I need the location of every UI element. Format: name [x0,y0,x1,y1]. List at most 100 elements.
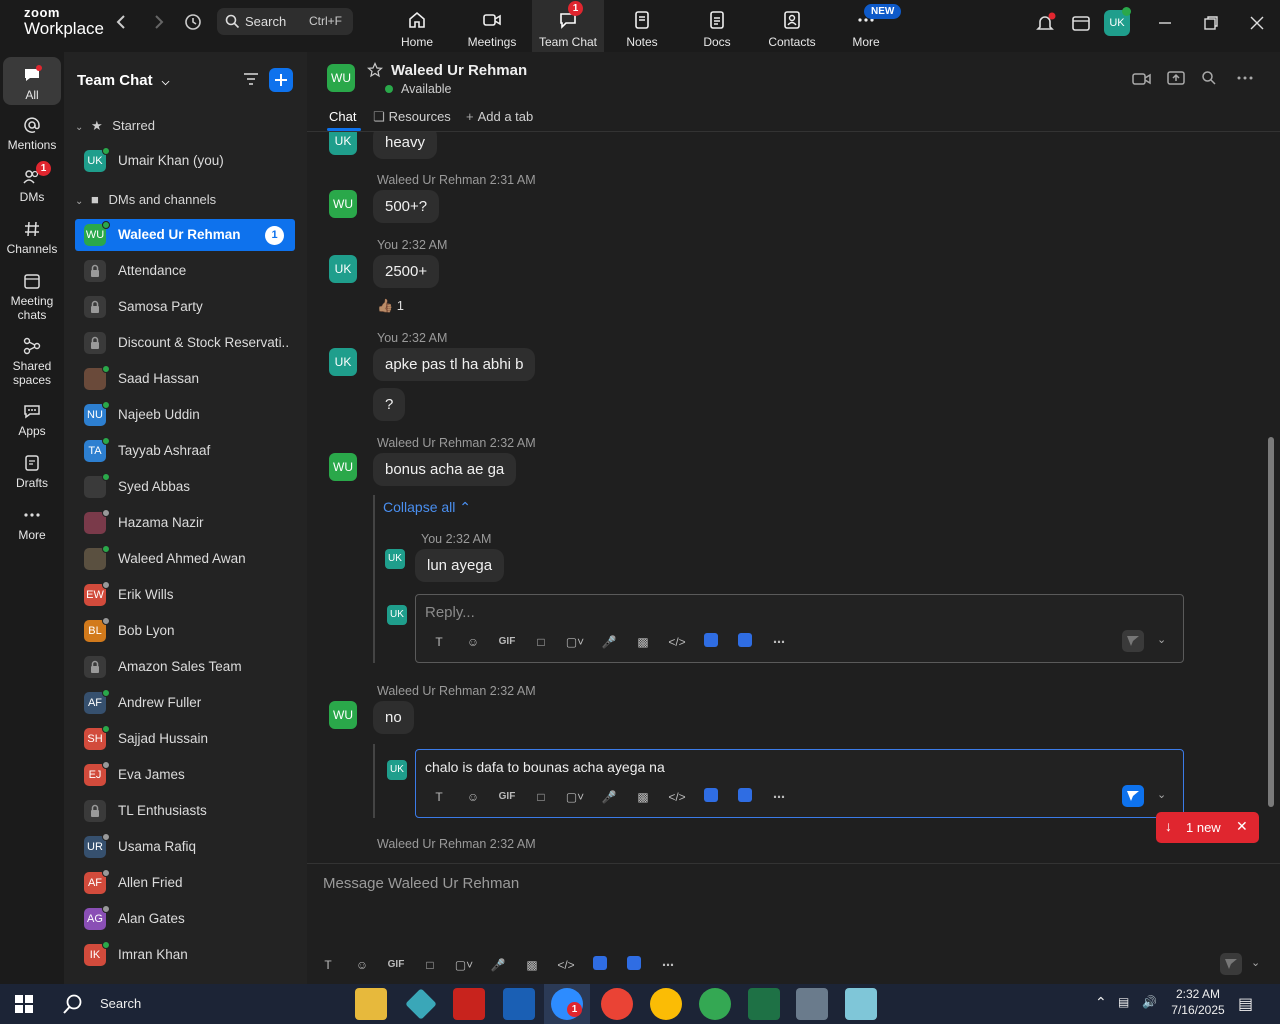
emoji-icon[interactable]: ☺ [456,635,490,649]
sidebar-item[interactable]: AF Andrew Fuller [75,687,295,719]
windows-start-icon[interactable] [14,994,34,1014]
nav-contacts[interactable]: Contacts [756,0,828,52]
sidebar-item[interactable]: TL Enthusiasts [75,795,295,827]
rail-drafts[interactable]: Drafts [3,453,61,490]
nav-team-chat[interactable]: Team Chat 1 [532,0,604,52]
search-icon[interactable] [1201,70,1217,86]
filezilla-icon[interactable] [453,988,485,1020]
video-message-icon[interactable]: ▩ [626,790,660,804]
zoom-taskbar-active[interactable]: 1 [544,984,590,1024]
message-bubble[interactable]: lun ayega [415,549,505,582]
send-button[interactable] [1122,785,1144,807]
thread-reply-box[interactable]: Reply... T ☺ GIF □ ▢˅ 🎤 ▩ </> ⋯ ⌄ [415,594,1184,663]
video-message-icon[interactable]: ▩ [626,635,660,649]
more-dots-icon[interactable]: ⋯ [762,635,796,649]
rail-more[interactable]: More [3,505,61,542]
emoji-icon[interactable]: ☺ [456,790,490,804]
taskbar-search-label[interactable]: Search [100,996,141,1011]
gif-icon[interactable]: GIF [490,791,524,802]
restore-icon[interactable] [1200,12,1222,34]
tab-add[interactable]: + Add a tab [466,109,533,124]
sidebar-item[interactable]: WU Waleed Ur Rehman 1 [75,219,295,251]
video-message-icon[interactable]: ▩ [515,958,549,972]
close-icon[interactable]: ✕ [1236,818,1248,835]
sidebar-item[interactable]: Waleed Ahmed Awan [75,543,295,575]
screenshot-icon[interactable]: ▢˅ [447,958,481,972]
send-options-chevron-icon[interactable]: ⌄ [1251,956,1260,969]
notifications-bell-icon[interactable] [1034,12,1056,34]
back-arrow-icon[interactable] [112,12,132,32]
sidebar-item[interactable]: UK Umair Khan (you) [75,145,295,177]
app-blue-icon-1[interactable] [694,788,728,805]
emoji-icon[interactable]: ☺ [345,958,379,972]
thread-reply-box-active[interactable]: chalo is dafa to bounas acha ayega na T … [415,749,1184,818]
microphone-icon[interactable]: 🎤 [592,790,626,804]
microphone-icon[interactable]: 🎤 [481,958,515,972]
code-icon[interactable]: </> [660,635,694,649]
rail-meeting-chats[interactable]: Meeting chats [3,271,61,322]
rail-all[interactable]: All [3,57,61,105]
sidebar-item[interactable]: EW Erik Wills [75,579,295,611]
reply-input[interactable]: Reply... [425,604,475,621]
app-blue-icon-2[interactable] [617,956,651,973]
format-text-icon[interactable]: T [422,790,456,804]
sidebar-item[interactable]: Attendance [75,255,295,287]
notification-center-icon[interactable]: ▤ [1238,994,1253,1014]
tray-chevron-up-icon[interactable]: ⌃ [1095,994,1107,1011]
search-box[interactable]: Search Ctrl+F [217,8,353,35]
sidebar-item[interactable]: Syed Abbas [75,471,295,503]
sidebar-item[interactable]: Amazon Sales Team [75,651,295,683]
nav-more[interactable]: More NEW [830,0,902,52]
message-scrollbar[interactable] [1268,437,1274,807]
app-blue-icon-2[interactable] [728,788,762,805]
calculator-icon[interactable] [796,988,828,1020]
excel-icon[interactable] [748,988,780,1020]
send-button-disabled[interactable] [1122,630,1144,652]
format-text-icon[interactable]: T [311,958,345,972]
code-icon[interactable]: </> [660,790,694,804]
sidebar-item[interactable]: AF Allen Fried [75,867,295,899]
new-chat-button[interactable] [269,68,293,92]
new-messages-button[interactable]: ↓ 1 new ✕ [1156,812,1259,843]
sidebar-item[interactable]: IK Imran Khan [75,939,295,971]
file-explorer-icon[interactable] [355,988,387,1020]
app-blue-icon-2[interactable] [728,633,762,650]
close-window-icon[interactable] [1246,12,1268,34]
more-dots-icon[interactable]: ⋯ [651,958,685,972]
dms-section-header[interactable]: ⌄ ■ DMs and channels [75,192,216,207]
message-input[interactable]: Message Waleed Ur Rehman [323,875,519,892]
notepad-icon[interactable] [845,988,877,1020]
message-bubble[interactable]: bonus acha ae ga [373,453,517,486]
taskbar-search-icon[interactable] [62,993,84,1015]
message-bubble[interactable]: heavy [373,132,438,159]
screenshot-icon[interactable]: ▢˅ [558,635,592,649]
history-icon[interactable] [183,12,203,32]
microphone-icon[interactable]: 🎤 [592,635,626,649]
sidebar-item[interactable]: Discount & Stock Reservati... [75,327,295,359]
gif-icon[interactable]: GIF [379,959,413,970]
star-outline-icon[interactable] [367,62,383,78]
gif-icon[interactable]: GIF [490,636,524,647]
collapse-all-link[interactable]: Collapse all ⌃ [383,499,471,516]
message-bubble[interactable]: no [373,701,414,734]
sidebar-item[interactable]: BL Bob Lyon [75,615,295,647]
sidebar-item[interactable]: TA Tayyab Ashraaf [75,435,295,467]
nav-notes[interactable]: Notes [606,0,678,52]
rail-mentions[interactable]: Mentions [3,115,61,152]
screenshot-icon[interactable]: ▢˅ [558,790,592,804]
format-text-icon[interactable]: T [422,635,456,649]
chrome-icon-1[interactable] [601,988,633,1020]
message-bubble[interactable]: 500+? [373,190,440,223]
chrome-icon-3[interactable] [699,988,731,1020]
app-diamond-icon[interactable] [405,988,437,1020]
rail-apps[interactable]: Apps [3,401,61,438]
sidebar-item[interactable]: Saad Hassan [75,363,295,395]
rail-shared-spaces[interactable]: Shared spaces [3,336,61,387]
more-dots-icon[interactable]: ⋯ [762,790,796,804]
reply-draft-input[interactable]: chalo is dafa to bounas acha ayega na [425,759,665,775]
video-call-icon[interactable] [1132,71,1152,87]
outlook-icon[interactable] [503,988,535,1020]
filter-icon[interactable] [242,70,260,88]
chrome-icon-2[interactable] [650,988,682,1020]
clock[interactable]: 2:32 AM 7/16/2025 [1168,987,1228,1017]
